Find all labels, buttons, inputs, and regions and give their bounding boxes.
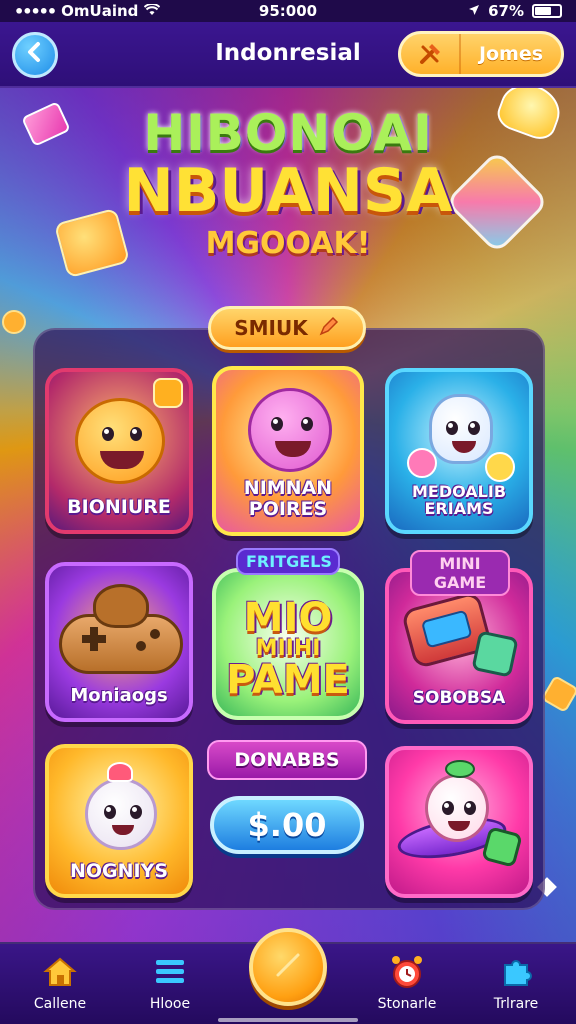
- price-button[interactable]: $.00: [210, 796, 364, 854]
- game-tile-moniaogs[interactable]: Moniaogs: [45, 562, 193, 722]
- white-ghost-avatar: [85, 778, 157, 850]
- carrier-name: OmUaind: [61, 2, 139, 20]
- nav-label: Callene: [33, 996, 87, 1012]
- smile-label: SMIUK: [234, 316, 308, 340]
- wifi-icon: [144, 2, 161, 20]
- game-tile-medoalib-eriams[interactable]: MEDOALIB ERIAMS: [385, 368, 533, 534]
- games-label: Jomes: [478, 43, 544, 65]
- game-tile-nogniys[interactable]: NOGNIYS: [45, 744, 193, 898]
- coin-icon: [268, 945, 308, 989]
- hammer-icon: [401, 34, 461, 74]
- nav-item-hlooe[interactable]: Hlooe: [115, 952, 225, 1012]
- smile-button[interactable]: SMIUK: [208, 306, 366, 350]
- yellow-buddy-icon: [485, 452, 515, 482]
- game-tile-nimnan-poires[interactable]: NIMNAN POIRES: [212, 366, 364, 536]
- status-time: 95:000: [258, 2, 318, 20]
- leaf-icon: [445, 760, 475, 778]
- donabbs-button[interactable]: DONABBS: [207, 740, 367, 780]
- battery-icon: [532, 4, 562, 18]
- game-tile-bioniure[interactable]: BIONIURE: [45, 368, 193, 534]
- bear-avatar: [93, 584, 149, 628]
- center-coin-button[interactable]: [249, 928, 327, 1006]
- status-right: 67%: [362, 2, 562, 20]
- nav-item-trlrare[interactable]: Trlrare: [461, 952, 571, 1012]
- alarm-icon: [352, 952, 462, 992]
- list-icon: [115, 952, 225, 992]
- status-left: ••••• OmUaind: [14, 2, 214, 21]
- puzzle-icon: [461, 952, 571, 992]
- battery-percent: 67%: [488, 2, 524, 20]
- tile-label: NIMNAN POIRES: [243, 477, 333, 521]
- games-button[interactable]: Jomes: [398, 31, 564, 77]
- radish-monster-avatar: [425, 774, 489, 842]
- tile-label: SOBOBSA: [412, 688, 506, 709]
- tile-label: NOGNIYS: [69, 860, 169, 883]
- nav-label: Hlooe: [149, 996, 191, 1012]
- card-icon: [471, 630, 519, 678]
- game-tile-mio-mini-pame[interactable]: MIO MIIHI PAME: [212, 568, 364, 720]
- pink-buddy-icon: [407, 448, 437, 478]
- dice-icon: [481, 826, 523, 868]
- hero-subtitle: MGOOAK!: [205, 226, 371, 261]
- nav-label: Stonarle: [377, 996, 437, 1012]
- ghost-bear-avatar: [429, 394, 493, 464]
- orange-monster-avatar: [75, 398, 165, 484]
- nav-label: Trlrare: [493, 996, 539, 1012]
- hero-title-line2: NBUANSA: [123, 156, 453, 226]
- coin-decoration: [2, 310, 26, 334]
- nav-item-callene[interactable]: Callene: [5, 952, 115, 1012]
- home-indicator: [218, 1018, 358, 1022]
- status-bar: ••••• OmUaind 95:000 67%: [0, 0, 576, 22]
- tile-label: MEDOALIB ERIAMS: [411, 481, 507, 519]
- location-arrow-icon: [468, 2, 480, 20]
- hero-title-line1: HIBONOAI: [143, 104, 433, 162]
- bottom-nav: Callene Hlooe Stonarle Trlrare: [0, 928, 576, 1024]
- star-badge: [153, 378, 183, 408]
- fritgels-badge: FRITGELS: [236, 548, 340, 575]
- pencil-icon: [318, 315, 340, 342]
- signal-dots: •••••: [14, 1, 57, 21]
- hat-icon: [107, 762, 133, 782]
- game-tile-radish-monster[interactable]: [385, 746, 533, 898]
- nav-item-stonarle[interactable]: Stonarle: [352, 952, 462, 1012]
- tile-label: MIO MIIHI PAME: [226, 595, 350, 703]
- mini-game-badge: MINI GAME: [410, 550, 510, 596]
- pink-monster-avatar: [248, 388, 332, 472]
- app-header: Indonresial Jomes: [0, 22, 576, 88]
- tile-label: BIONIURE: [67, 496, 171, 519]
- home-icon: [5, 952, 115, 992]
- tile-label: Moniaogs: [70, 685, 168, 707]
